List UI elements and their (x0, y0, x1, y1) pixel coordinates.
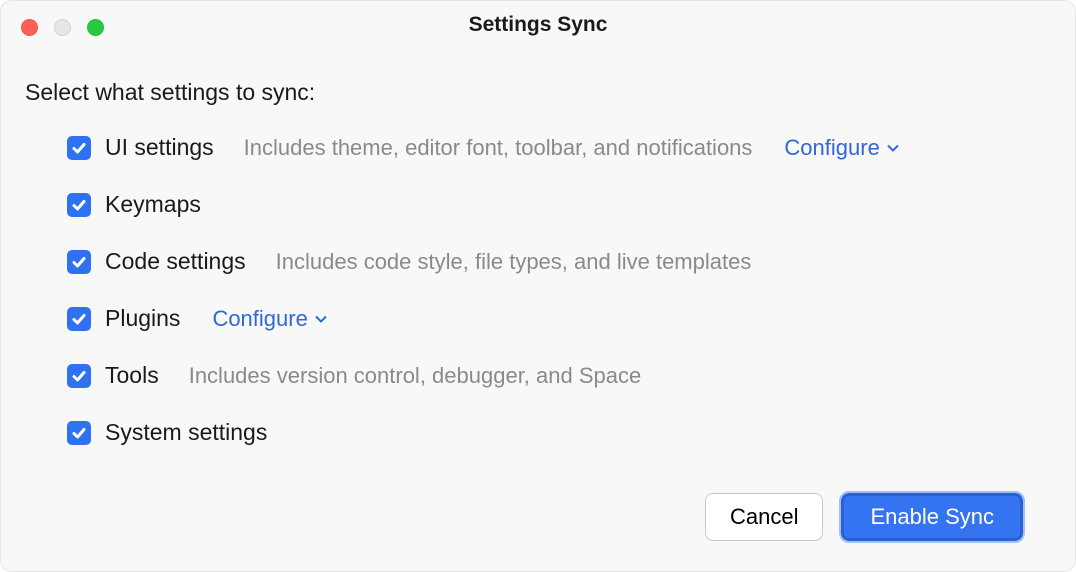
configure-link-text: Configure (784, 135, 879, 161)
cancel-button[interactable]: Cancel (705, 493, 823, 541)
checkbox-code-settings[interactable] (67, 250, 91, 274)
dialog-footer: Cancel Enable Sync (25, 493, 1051, 571)
option-label: Keymaps (105, 191, 201, 218)
option-label: Tools (105, 362, 159, 389)
checkmark-icon (71, 197, 87, 213)
option-code-settings: Code settings Includes code style, file … (67, 248, 1051, 275)
checkmark-icon (71, 425, 87, 441)
configure-link-text: Configure (212, 306, 307, 332)
option-plugins: Plugins Configure (67, 305, 1051, 332)
minimize-window-button[interactable] (54, 19, 71, 36)
checkbox-keymaps[interactable] (67, 193, 91, 217)
close-window-button[interactable] (21, 19, 38, 36)
checkmark-icon (71, 368, 87, 384)
option-ui-settings: UI settings Includes theme, editor font,… (67, 134, 1051, 161)
prompt-text: Select what settings to sync: (25, 79, 1051, 106)
titlebar: Settings Sync (1, 1, 1075, 49)
option-label: UI settings (105, 134, 214, 161)
window-title: Settings Sync (1, 13, 1075, 37)
configure-link-ui-settings[interactable]: Configure (784, 135, 899, 161)
option-label: System settings (105, 419, 267, 446)
enable-sync-button[interactable]: Enable Sync (841, 493, 1023, 541)
option-label: Plugins (105, 305, 180, 332)
chevron-down-icon (886, 141, 900, 155)
option-description: Includes theme, editor font, toolbar, an… (244, 135, 753, 161)
settings-sync-dialog: Settings Sync Select what settings to sy… (0, 0, 1076, 572)
option-system-settings: System settings (67, 419, 1051, 446)
option-description: Includes code style, file types, and liv… (276, 249, 752, 275)
chevron-down-icon (314, 312, 328, 326)
option-keymaps: Keymaps (67, 191, 1051, 218)
checkbox-ui-settings[interactable] (67, 136, 91, 160)
option-label: Code settings (105, 248, 246, 275)
window-controls (21, 19, 104, 36)
dialog-content: Select what settings to sync: UI setting… (1, 49, 1075, 571)
maximize-window-button[interactable] (87, 19, 104, 36)
options-list: UI settings Includes theme, editor font,… (25, 134, 1051, 446)
checkbox-system-settings[interactable] (67, 421, 91, 445)
configure-link-plugins[interactable]: Configure (212, 306, 327, 332)
checkmark-icon (71, 311, 87, 327)
checkbox-plugins[interactable] (67, 307, 91, 331)
option-description: Includes version control, debugger, and … (189, 363, 642, 389)
checkmark-icon (71, 140, 87, 156)
option-tools: Tools Includes version control, debugger… (67, 362, 1051, 389)
checkbox-tools[interactable] (67, 364, 91, 388)
checkmark-icon (71, 254, 87, 270)
